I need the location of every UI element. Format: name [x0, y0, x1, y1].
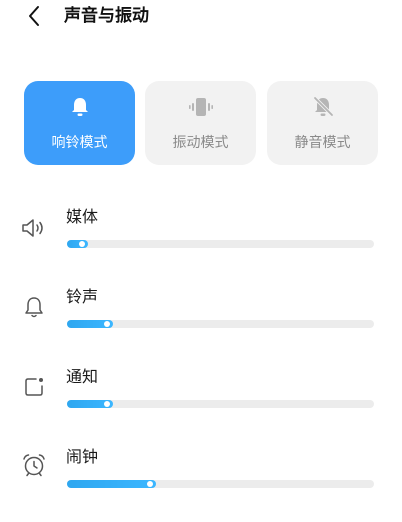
- alarm-clock-icon: [20, 451, 48, 479]
- silent-mode-button[interactable]: 静音模式: [267, 81, 378, 165]
- vibrate-mode-button[interactable]: 振动模式: [145, 81, 256, 165]
- bell-icon: [71, 98, 88, 116]
- sound-mode-selector: 响铃模式 振动模式 静音模式: [24, 81, 378, 165]
- ringtone-volume-row: 铃声: [0, 286, 402, 346]
- ringtone-volume-label: 铃声: [66, 287, 99, 306]
- vibrate-icon: [188, 98, 213, 116]
- chevron-left-icon: [29, 6, 39, 26]
- media-volume-slider[interactable]: [67, 240, 374, 248]
- vibrate-mode-label: 振动模式: [172, 135, 229, 151]
- ringtone-volume-thumb[interactable]: [104, 321, 111, 327]
- media-volume-fill: [67, 240, 89, 248]
- alarm-volume-label: 闹钟: [66, 447, 99, 466]
- back-button[interactable]: [22, 4, 46, 28]
- header: 声音与振动: [0, 0, 402, 34]
- silent-mode-label: 静音模式: [294, 135, 351, 151]
- alarm-volume-slider[interactable]: [67, 480, 374, 488]
- alarm-volume-thumb[interactable]: [147, 481, 154, 487]
- notification-volume-slider[interactable]: [67, 400, 374, 408]
- notification-icon: [20, 373, 48, 401]
- ring-mode-button[interactable]: 响铃模式: [24, 81, 135, 165]
- notification-volume-row: 通知: [0, 366, 402, 426]
- media-volume-label: 媒体: [66, 207, 99, 226]
- speaker-icon: [20, 214, 48, 242]
- notification-volume-label: 通知: [66, 367, 99, 386]
- media-volume-row: 媒体: [0, 206, 402, 266]
- alarm-volume-fill: [67, 480, 157, 488]
- notification-volume-thumb[interactable]: [104, 401, 111, 407]
- ring-mode-label: 响铃模式: [51, 135, 108, 151]
- alarm-volume-row: 闹钟: [0, 446, 402, 506]
- ringtone-volume-slider[interactable]: [67, 320, 374, 328]
- bell-outline-icon: [20, 293, 48, 321]
- page-title: 声音与振动: [64, 6, 149, 26]
- bell-off-icon: [312, 96, 334, 117]
